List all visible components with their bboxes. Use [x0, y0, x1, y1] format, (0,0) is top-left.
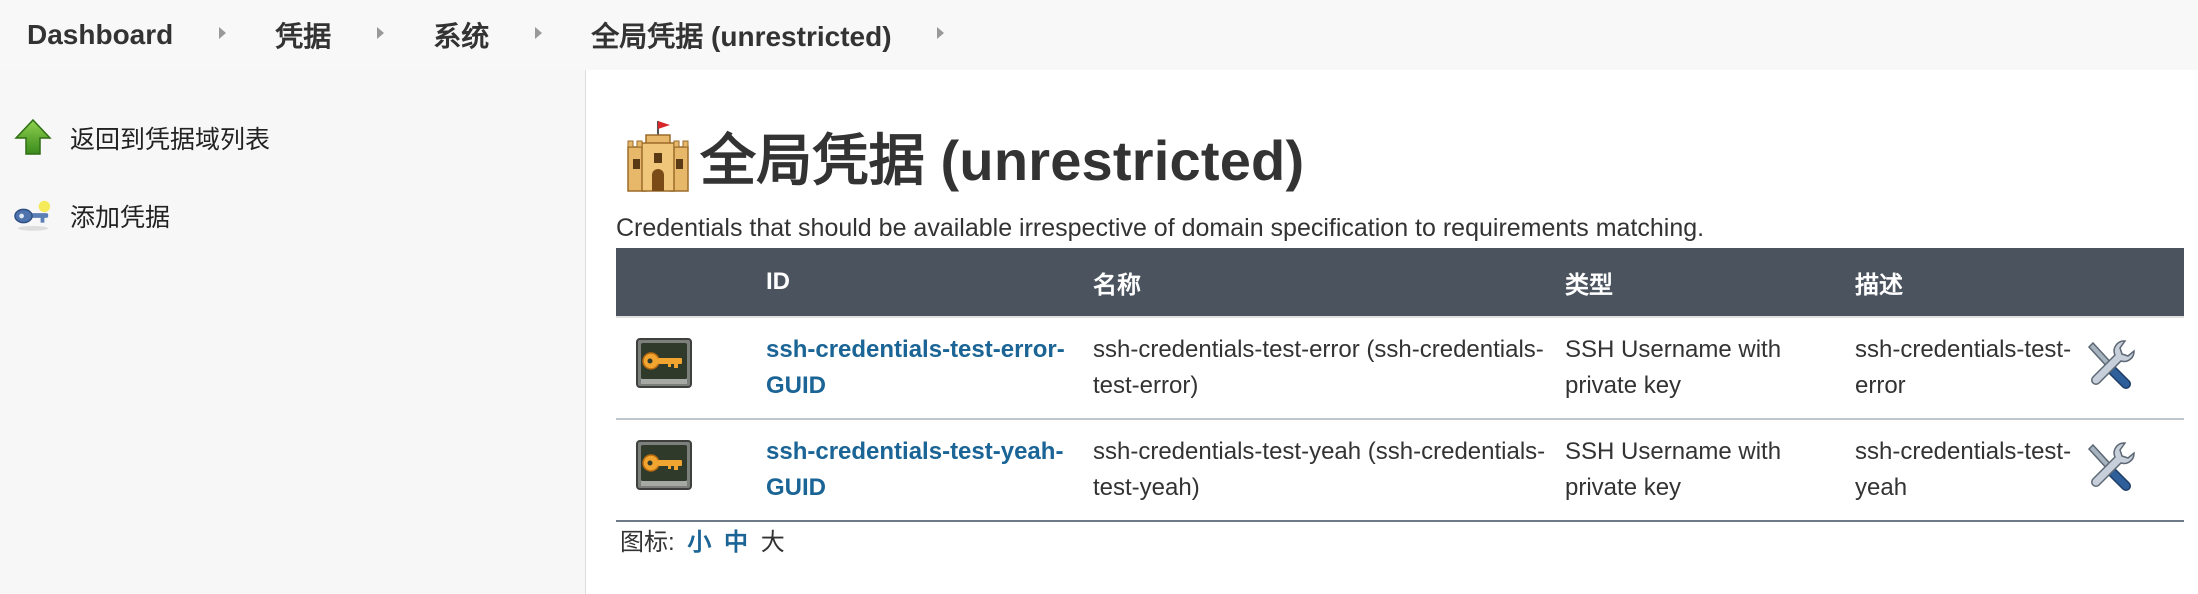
icon-size-medium-link[interactable]: 中 — [724, 529, 748, 556]
header-actions — [2085, 248, 2184, 317]
credential-name: ssh-credentials-test-yeah (ssh-credentia… — [1093, 438, 1546, 501]
icon-size-label: 图标: — [620, 529, 675, 556]
header-description[interactable]: 描述 — [1855, 248, 2085, 317]
chevron-right-icon[interactable] — [219, 27, 227, 39]
credential-description: ssh-credentials-test-yeah — [1855, 438, 2072, 501]
sidebar-item-label: 添加凭据 — [70, 204, 171, 232]
page-description: Credentials that should be available irr… — [616, 214, 1705, 242]
page-title: 全局凭据 (unrestricted) — [700, 129, 1305, 192]
breadcrumb-system[interactable]: 系统 — [433, 15, 489, 55]
breadcrumb-global-credentials[interactable]: 全局凭据 (unrestricted) — [591, 15, 891, 55]
credential-id-link[interactable]: ssh-credentials-test-yeah-GUID — [766, 438, 1063, 501]
configure-wrench-icon[interactable] — [2085, 339, 2135, 395]
table-row: ssh-credentials-test-yeah-GUID ssh-crede… — [616, 419, 2184, 521]
table-header-row: ID 名称 类型 描述 — [616, 248, 2184, 317]
page-header: 全局凭据 (unrestricted) — [624, 116, 1304, 197]
green-up-arrow-icon — [14, 118, 52, 158]
chevron-right-icon[interactable] — [936, 27, 944, 39]
configure-wrench-icon[interactable] — [2085, 441, 2135, 497]
credential-description: ssh-credentials-test-error — [1855, 336, 2072, 399]
icon-size-selector: 图标: 小 中 大 — [620, 522, 785, 557]
credential-id-link[interactable]: ssh-credentials-test-error-GUID — [766, 336, 1065, 399]
icon-size-small-link[interactable]: 小 — [687, 529, 711, 556]
castle-icon — [624, 119, 692, 195]
breadcrumb-credentials[interactable]: 凭据 — [275, 15, 331, 55]
credential-name: ssh-credentials-test-error (ssh-credenti… — [1093, 336, 1544, 399]
ssh-key-icon — [636, 337, 692, 394]
sidebar-item-back-to-domains[interactable]: 返回到凭据域列表 — [14, 118, 270, 158]
chevron-right-icon[interactable] — [535, 27, 543, 39]
header-id[interactable]: ID — [766, 248, 1093, 317]
credential-type: SSH Username with private key — [1565, 438, 1782, 501]
sidebar-item-add-credentials[interactable]: 添加凭据 — [14, 196, 170, 236]
chevron-right-icon[interactable] — [377, 27, 385, 39]
sidebar: 返回到凭据域列表 添加凭据 — [0, 70, 586, 594]
key-icon — [14, 196, 52, 236]
table-row: ssh-credentials-test-error-GUID ssh-cred… — [616, 317, 2184, 419]
ssh-key-icon — [636, 439, 692, 496]
icon-size-large-current: 大 — [760, 529, 785, 556]
breadcrumb: Dashboard 凭据 系统 全局凭据 (unrestricted) — [0, 0, 2198, 70]
header-type[interactable]: 类型 — [1565, 248, 1855, 317]
header-name[interactable]: 名称 — [1093, 248, 1565, 317]
header-icon-column — [616, 248, 766, 317]
credential-type: SSH Username with private key — [1565, 336, 1782, 399]
credentials-table: ID 名称 类型 描述 ssh-credentials-test-error-G… — [616, 248, 2184, 522]
breadcrumb-dashboard[interactable]: Dashboard — [27, 19, 173, 51]
sidebar-item-label: 返回到凭据域列表 — [70, 126, 271, 154]
